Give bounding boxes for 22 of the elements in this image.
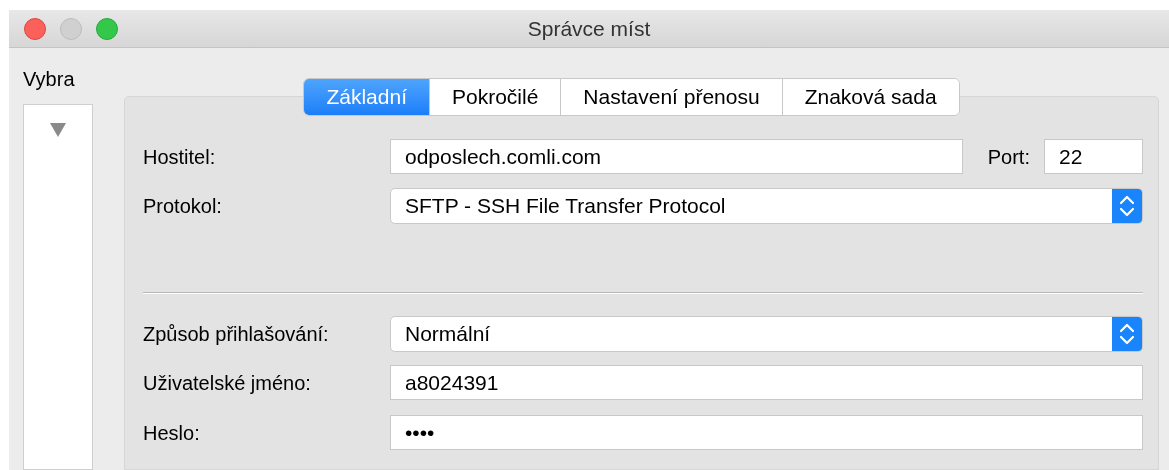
- zoom-button[interactable]: [96, 17, 118, 40]
- input-field[interactable]: odposlech.comli.com: [390, 139, 963, 174]
- field-label: Způsob přihlašování:: [143, 322, 330, 347]
- sidebar-label: Vybra: [23, 67, 76, 92]
- field-label: Heslo:: [143, 420, 201, 446]
- dropdown[interactable]: SFTP - SSH File Transfer Protocol: [390, 188, 1143, 224]
- disclosure-triangle-icon[interactable]: [50, 123, 66, 137]
- close-button[interactable]: [24, 17, 46, 40]
- field-label: Protokol:: [143, 194, 223, 219]
- dropdown[interactable]: Normální: [390, 316, 1143, 352]
- field-label: Port:: [987, 144, 1030, 170]
- site-tree[interactable]: [23, 104, 93, 470]
- tab[interactable]: Znaková sada: [781, 79, 959, 115]
- minimize-button[interactable]: [60, 17, 82, 40]
- field-label: Uživatelské jméno:: [143, 370, 312, 396]
- input-field[interactable]: ••••: [390, 415, 1143, 450]
- stepper-icon: [1112, 189, 1142, 223]
- window-title: Správce míst: [527, 15, 651, 42]
- input-field[interactable]: a8024391: [390, 365, 1143, 400]
- field-label: Hostitel:: [143, 144, 217, 170]
- stepper-icon: [1112, 317, 1142, 351]
- input-field[interactable]: 22: [1044, 139, 1143, 174]
